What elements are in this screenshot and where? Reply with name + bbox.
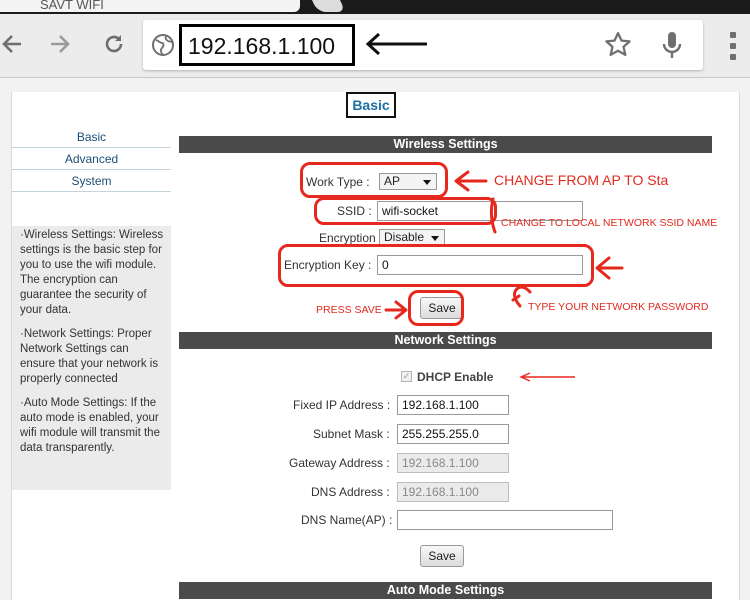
arrow-ssid-icon	[489, 197, 497, 234]
arrow-press-save-icon	[384, 300, 408, 320]
annotation-press-save: PRESS SAVE	[316, 304, 382, 316]
arrow-work-type-icon	[454, 170, 488, 192]
annotation-change-ssid: CHANGE TO LOCAL NETWORK SSID NAME	[501, 217, 718, 229]
annotation-type-password: TYPE YOUR NETWORK PASSWORD	[528, 301, 709, 313]
arrow-key-icon	[595, 256, 624, 280]
annotation-arrows	[384, 170, 624, 382]
arrow-dhcp-icon	[519, 372, 575, 382]
annotation-change-ap: CHANGE FROM AP TO Sta	[494, 172, 669, 188]
